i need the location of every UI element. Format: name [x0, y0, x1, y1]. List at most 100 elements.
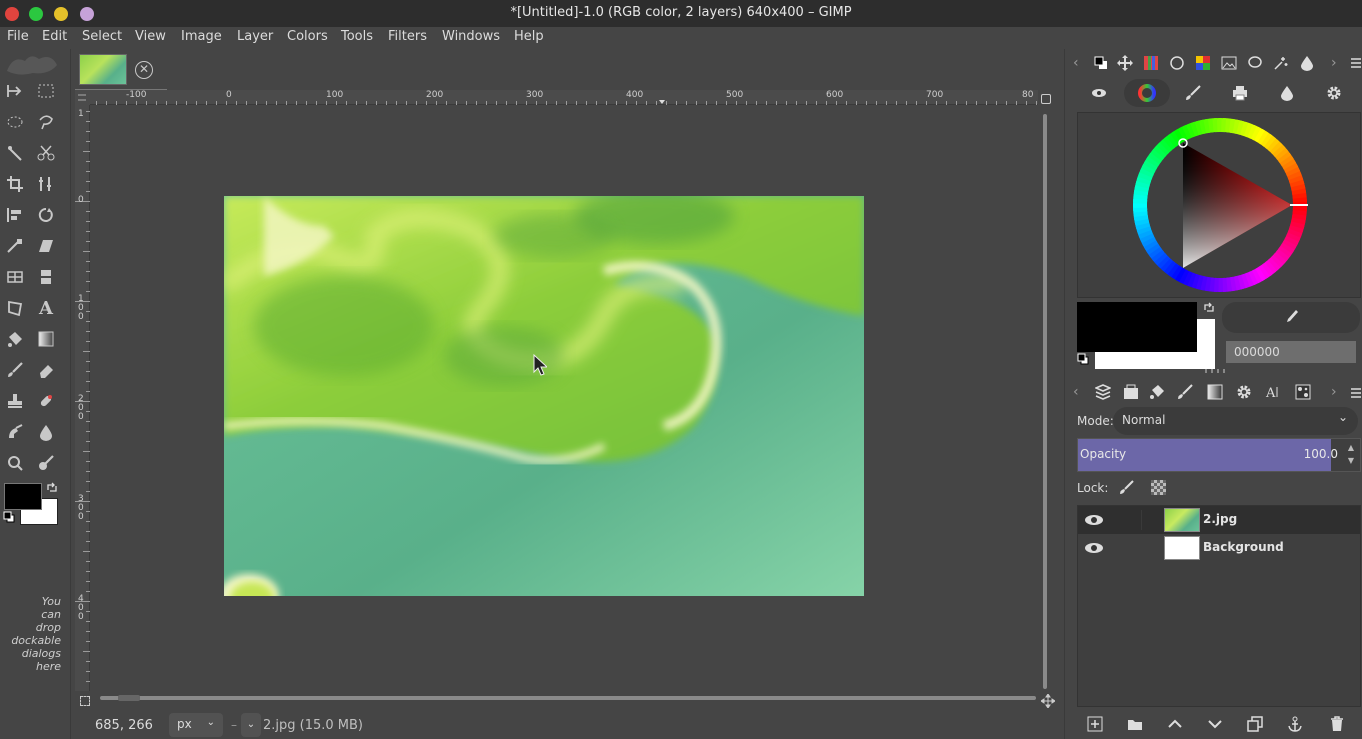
menu-filters[interactable]: Filters	[388, 29, 427, 44]
anchor-layer-icon[interactable]	[1283, 712, 1307, 736]
fg-bg-icon[interactable]	[1089, 51, 1113, 75]
scissors-select-icon[interactable]	[34, 141, 58, 165]
printer-icon[interactable]	[1228, 81, 1252, 105]
menu-select[interactable]: Select	[82, 29, 122, 44]
mode-select[interactable]: Normal ⌄	[1113, 407, 1358, 435]
align-tool-icon[interactable]	[3, 203, 27, 227]
dock-scroll-right-icon[interactable]: ›	[1331, 384, 1337, 400]
ruler-corner-icon[interactable]	[75, 90, 90, 105]
zoom-fit-icon[interactable]	[1041, 94, 1051, 104]
ellipse-select-icon[interactable]	[3, 110, 27, 134]
shear-tool-icon[interactable]	[34, 234, 58, 258]
sparkle-brush-icon[interactable]	[1269, 51, 1293, 75]
lower-layer-icon[interactable]	[1203, 712, 1227, 736]
circle-icon[interactable]	[1165, 51, 1189, 75]
delete-layer-icon[interactable]	[1325, 712, 1349, 736]
pattern-icon[interactable]	[1291, 380, 1315, 404]
ink-tool-icon[interactable]	[34, 420, 58, 444]
layer-name[interactable]: Background	[1203, 540, 1284, 554]
layer-row[interactable]: 2.jpg	[1078, 506, 1360, 534]
cage-transform-icon[interactable]	[3, 296, 27, 320]
lasso-icon[interactable]	[1243, 51, 1267, 75]
menu-layer[interactable]: Layer	[237, 29, 273, 44]
duplicate-layer-icon[interactable]	[1243, 712, 1267, 736]
paths-icon[interactable]	[1119, 380, 1143, 404]
image-content[interactable]	[224, 196, 864, 596]
scrollbar-thumb[interactable]	[1043, 114, 1047, 689]
dock-scroll-left-icon[interactable]: ‹	[1073, 55, 1079, 71]
color-grid-icon[interactable]	[1191, 51, 1215, 75]
menu-windows[interactable]: Windows	[442, 29, 500, 44]
menu-edit[interactable]: Edit	[42, 29, 67, 44]
visibility-eye-icon[interactable]	[1084, 510, 1104, 530]
menu-view[interactable]: View	[135, 29, 166, 44]
move-tool-icon[interactable]	[3, 79, 27, 103]
scrollbar-thumb[interactable]	[100, 696, 1036, 700]
menu-colors[interactable]: Colors	[287, 29, 328, 44]
dock-menu-icon[interactable]	[1351, 57, 1361, 72]
scales-eye-icon[interactable]	[1087, 81, 1111, 105]
perspective-tool-icon[interactable]	[3, 265, 27, 289]
new-group-icon[interactable]	[1123, 712, 1147, 736]
layer-row[interactable]: Background	[1078, 534, 1360, 562]
close-tab-icon[interactable]: ✕	[135, 61, 153, 79]
color-picker-button[interactable]	[1222, 302, 1360, 333]
horizontal-ruler[interactable]: -100 0 100 200 300 400 500 600 700 80	[90, 90, 1038, 105]
handle-transform-icon[interactable]	[3, 234, 27, 258]
gradient-icon[interactable]	[1203, 380, 1227, 404]
layers-icon[interactable]	[1091, 380, 1115, 404]
image-icon[interactable]	[1217, 51, 1241, 75]
menu-image[interactable]: Image	[181, 29, 222, 44]
bucket-fill-icon[interactable]	[3, 327, 27, 351]
quick-mask-icon[interactable]	[80, 696, 90, 706]
status-dropdown[interactable]: ⌄	[241, 713, 261, 737]
crop-tool-icon[interactable]	[3, 172, 27, 196]
hex-color-field[interactable]: 000000	[1226, 341, 1356, 363]
gear-icon[interactable]	[1232, 380, 1256, 404]
layer-name[interactable]: 2.jpg	[1203, 512, 1237, 526]
eraser-icon[interactable]	[34, 358, 58, 382]
fuzzy-select-icon[interactable]	[3, 141, 27, 165]
drop-icon[interactable]	[1295, 51, 1319, 75]
image-tab-thumbnail[interactable]	[79, 54, 127, 85]
chain-toggle[interactable]	[1112, 510, 1142, 530]
vertical-ruler[interactable]: 1 0 1 0 0 2 0 0 3 0 0 4 0 0	[75, 105, 90, 691]
lock-pixels-icon[interactable]	[1119, 479, 1135, 499]
color-wheel-panel[interactable]	[1077, 112, 1361, 298]
gear-icon[interactable]	[1322, 81, 1346, 105]
swap-colors-icon[interactable]	[46, 481, 58, 493]
visibility-eye-icon[interactable]	[1084, 538, 1104, 558]
foreground-color-large[interactable]	[1077, 302, 1197, 352]
menu-help[interactable]: Help	[514, 29, 544, 44]
brush-icon[interactable]	[1173, 380, 1197, 404]
mypaint-brush-icon[interactable]	[34, 451, 58, 475]
swap-colors-icon[interactable]	[1203, 301, 1215, 317]
dock-scroll-left-icon[interactable]: ‹	[1073, 384, 1079, 400]
dodge-burn-icon[interactable]	[3, 451, 27, 475]
palette-icon[interactable]	[1139, 51, 1163, 75]
default-colors-icon[interactable]	[3, 511, 15, 523]
vertical-scrollbar[interactable]	[1041, 106, 1049, 691]
opacity-slider[interactable]: Opacity 100.0 ▲ ▼	[1077, 438, 1361, 472]
free-select-icon[interactable]	[34, 110, 58, 134]
rect-select-icon[interactable]	[34, 79, 58, 103]
paintbrush-icon[interactable]	[3, 358, 27, 382]
gradient-tool-icon[interactable]	[34, 327, 58, 351]
flip-tool-icon[interactable]	[34, 265, 58, 289]
menu-file[interactable]: File	[7, 29, 29, 44]
dock-scroll-right-icon[interactable]: ›	[1331, 55, 1337, 71]
warp-transform-icon[interactable]	[34, 203, 58, 227]
text-tool-icon[interactable]: A	[34, 296, 58, 320]
image-canvas[interactable]	[91, 106, 1037, 691]
dock-resize-handle[interactable]	[1205, 369, 1225, 373]
new-layer-icon[interactable]	[1083, 712, 1107, 736]
lock-alpha-icon[interactable]	[1151, 480, 1166, 495]
clone-tool-icon[interactable]	[3, 389, 27, 413]
dock-menu-icon[interactable]	[1351, 387, 1361, 402]
channels-icon[interactable]	[1145, 380, 1169, 404]
text-icon[interactable]: A	[1261, 380, 1285, 404]
opacity-stepper[interactable]: ▲ ▼	[1344, 441, 1358, 469]
watercolor-icon[interactable]	[1275, 81, 1299, 105]
foreground-color-swatch[interactable]	[4, 483, 42, 510]
smudge-tool-icon[interactable]	[3, 420, 27, 444]
